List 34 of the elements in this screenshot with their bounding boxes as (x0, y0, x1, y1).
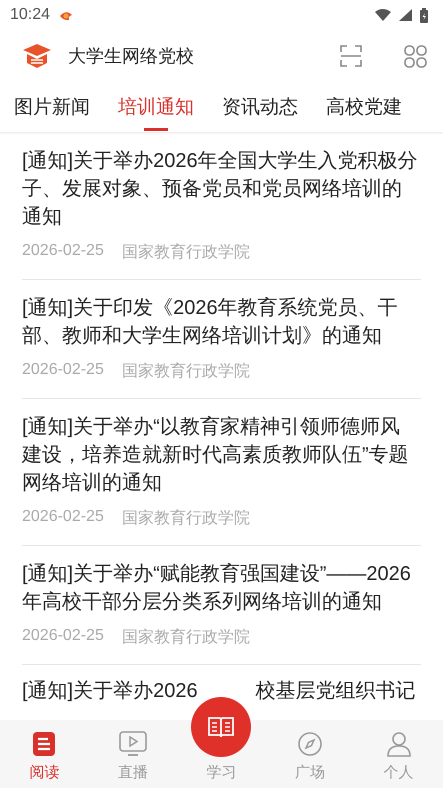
article-source: 国家教育行政学院 (122, 627, 250, 648)
article-title[interactable]: [通知]关于印发《2026年教育系统党员、干部、教师和大学生网络培训计划》的通知 (22, 294, 421, 350)
app-title: 大学生网络党校 (68, 45, 195, 68)
scan-icon (340, 45, 362, 67)
nav-tab[interactable]: 阅读 (0, 720, 89, 788)
article-title[interactable]: [通知]关于举办“以教育家精神引领师德师风建设，培养造就新时代高素质教师队伍”专题网络培训的通知 (22, 413, 421, 497)
article-date: 2026-02-25 (22, 627, 104, 646)
battery-icon (419, 8, 429, 22)
menu-button[interactable] (404, 44, 427, 68)
article-source: 国家教育行政学院 (122, 508, 250, 529)
wifi-icon (374, 8, 392, 22)
scan-button[interactable] (340, 45, 362, 67)
book-icon (207, 714, 236, 740)
person-icon (386, 731, 412, 757)
category-tab[interactable]: 图片新闻 (14, 82, 90, 132)
grid-icon (404, 44, 427, 68)
category-tab[interactable]: 高校党建 (326, 82, 402, 132)
article-date: 2026-02-25 (22, 508, 104, 527)
article-title[interactable]: [通知]关于举办“赋能教育强国建设”——2026年高校干部分层分类系列网络培训的通知 (22, 560, 421, 616)
list-icon (32, 731, 56, 757)
status-time: 10:24 (10, 6, 50, 24)
article-title[interactable]: [通知]关于举办2026年全国大学生入党积极分子、发展对象、预备党员和党员网络培训的通知 (22, 147, 421, 231)
compass-icon (297, 731, 324, 757)
category-tab[interactable]: 资讯动态 (222, 82, 298, 132)
article-source: 国家教育行政学院 (122, 242, 250, 263)
category-tab[interactable]: 培训通知 (118, 82, 194, 132)
play-screen-icon (118, 731, 147, 757)
article-title[interactable]: [通知]关于举办2026 (22, 677, 198, 705)
graduation-cap-icon (22, 43, 52, 69)
article-source: 国家教育行政学院 (122, 361, 250, 382)
article-date: 2026-02-25 (22, 361, 104, 380)
article-title[interactable]: 校基层党组织书记 (256, 677, 416, 705)
signal-icon (398, 8, 413, 22)
article-date: 2026-02-25 (22, 242, 104, 261)
